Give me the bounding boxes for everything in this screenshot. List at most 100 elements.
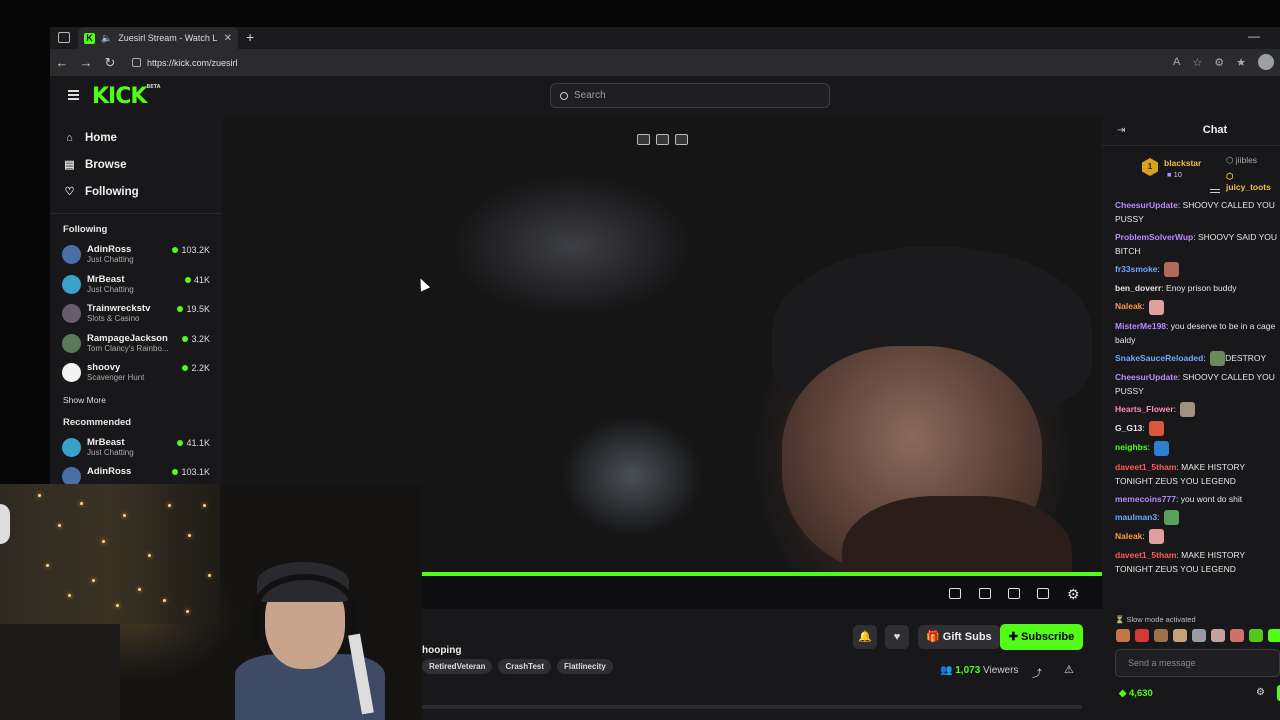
heart-icon: ♡ <box>64 186 75 198</box>
nav-home[interactable]: ⌂ Home <box>50 124 222 151</box>
channel-item[interactable]: AdinRoss 103.1K <box>50 463 222 486</box>
follow-heart-icon[interactable]: ♥ <box>885 625 909 649</box>
chat-emote-icon <box>1149 529 1165 544</box>
share-icon[interactable]: ⤴ <box>1032 665 1042 680</box>
chat-emote-icon <box>1163 509 1179 525</box>
speaker-icon[interactable]: 🔈 <box>101 33 112 44</box>
gifter-name-1[interactable]: blackstar <box>1164 158 1201 168</box>
recommended-list: MrBeast Just Chatting 41.1K AdinRoss 103.1K <box>50 434 222 486</box>
address-bar[interactable]: https://kick.com/zuesirl <box>128 53 1228 72</box>
close-tab-icon[interactable]: ✕ <box>224 33 232 44</box>
emote-icon[interactable] <box>1173 629 1187 642</box>
kick-logo[interactable]: KICKBETA <box>92 84 161 109</box>
chat-settings-icon[interactable]: ⚙ <box>1256 687 1265 698</box>
channel-item[interactable]: MrBeast Just Chatting 41K <box>50 271 222 301</box>
chat-username[interactable]: maulman3 <box>1115 512 1157 522</box>
channel-avatar <box>62 363 81 382</box>
menu-hamburger-icon[interactable] <box>68 90 79 100</box>
chat-username[interactable]: Naleak <box>1115 301 1142 311</box>
browser-tab[interactable]: K 🔈 Zuesirl Stream - Watch Live ... ✕ <box>78 27 238 49</box>
channel-item[interactable]: Trainwreckstv Slots & Casino 19.5K <box>50 300 222 330</box>
channel-category: Slots & Casino <box>87 314 140 323</box>
chat-username[interactable]: G_G13 <box>1115 423 1142 433</box>
chat-username[interactable]: memecoins777 <box>1115 494 1176 504</box>
stream-tag[interactable]: RetiredVeteran <box>422 659 493 674</box>
clip-icon[interactable] <box>636 133 650 145</box>
emote-icon[interactable] <box>1268 629 1280 642</box>
tab-actions-icon[interactable] <box>58 32 70 43</box>
channel-item[interactable]: MrBeast Just Chatting 41.1K <box>50 434 222 464</box>
chat-username[interactable]: MisterMe198 <box>1115 321 1166 331</box>
channel-item[interactable]: AdinRoss Just Chatting 103.2K <box>50 241 222 271</box>
nav-following[interactable]: ♡ Following <box>50 178 222 205</box>
emote-icon[interactable] <box>1211 629 1225 642</box>
emote-icon[interactable] <box>1135 629 1149 642</box>
channel-category: Just Chatting <box>87 284 134 294</box>
chat-emote-icon <box>1149 421 1165 437</box>
expand-gifters-icon[interactable] <box>1210 189 1220 193</box>
chat-username[interactable]: ProblemSolverWup <box>1115 232 1193 242</box>
emote-icon[interactable] <box>1230 629 1244 642</box>
webcam-lamp <box>0 504 10 544</box>
emote-icon[interactable] <box>1154 629 1168 642</box>
search-input[interactable]: Search <box>550 83 830 108</box>
live-dot-icon <box>172 469 179 475</box>
emote-icon[interactable] <box>1192 629 1206 642</box>
show-more-link[interactable]: Show More <box>50 395 222 405</box>
profile-avatar[interactable] <box>1258 54 1274 70</box>
chat-username[interactable]: Hearts_Flower <box>1115 404 1174 414</box>
chat-username[interactable]: ben_doverr <box>1115 283 1161 293</box>
chat-message-input[interactable]: Send a message <box>1115 649 1280 677</box>
emote-icon[interactable] <box>1116 629 1130 642</box>
pip-icon[interactable] <box>949 588 961 599</box>
fairy-light <box>116 604 119 607</box>
favorites-icon[interactable]: ★ <box>1236 56 1246 69</box>
favorite-star-icon[interactable]: ☆ <box>1192 56 1202 69</box>
gift-subs-button[interactable]: 🎁 Gift Subs <box>918 625 1000 649</box>
kicks-balance[interactable]: ◆ 4,630 <box>1119 688 1153 699</box>
back-arrow-icon[interactable]: ← <box>50 55 74 70</box>
refresh-icon[interactable]: ↻ <box>98 55 122 71</box>
subscribe-button[interactable]: ✚ Subscribe <box>1000 624 1083 650</box>
gifter-rank-badge: 1 <box>1142 158 1158 176</box>
player-overlay-buttons <box>632 131 692 147</box>
fairy-light <box>138 588 141 591</box>
viewer-count: 👥 1,073 Viewers <box>940 665 1019 676</box>
channel-category: Scavenger Hunt <box>87 373 145 382</box>
settings-gear-icon[interactable]: ⚙ <box>1067 586 1080 603</box>
nav-browse[interactable]: ▤ Browse <box>50 151 222 178</box>
chat-username[interactable]: daveet1_5tham <box>1115 462 1176 472</box>
minimize-window-icon[interactable]: — <box>1248 29 1260 43</box>
fullscreen-icon[interactable] <box>1037 588 1049 599</box>
fairy-light <box>168 504 171 507</box>
gifter-name-3[interactable]: ⬡ juicy_toots <box>1226 171 1280 192</box>
forward-arrow-icon[interactable]: → <box>74 55 98 70</box>
chat-username[interactable]: neighbs <box>1115 442 1148 452</box>
channel-item[interactable]: shoovy Scavenger Hunt 2.2K <box>50 359 222 389</box>
chat-username[interactable]: fr33smoke <box>1115 264 1158 274</box>
notification-bell-icon[interactable]: 🔔 <box>853 625 877 649</box>
new-tab-icon[interactable]: + <box>246 29 254 45</box>
report-icon[interactable]: ⚠ <box>1064 663 1074 676</box>
kick-favicon-icon: K <box>84 32 95 44</box>
stream-tag[interactable]: CrashTest <box>498 659 551 674</box>
theatre-icon[interactable] <box>674 133 688 145</box>
lock-icon[interactable] <box>132 58 141 67</box>
chat-message: ben_doverr: Enoy prison buddy <box>1115 281 1280 295</box>
emote-icon[interactable] <box>1249 629 1263 642</box>
clip-button-icon[interactable] <box>979 588 991 599</box>
chat-username[interactable]: daveet1_5tham <box>1115 550 1176 560</box>
screenshot-icon[interactable] <box>655 133 669 145</box>
chat-username[interactable]: Naleak <box>1115 531 1142 541</box>
chat-username[interactable]: SnakeSauceReloaded <box>1115 353 1203 363</box>
channel-category: Just Chatting <box>87 447 134 457</box>
stream-tag[interactable]: Flatlinecity <box>557 659 613 674</box>
theatre-mode-icon[interactable] <box>1008 588 1020 599</box>
read-aloud-icon[interactable]: A <box>1173 56 1180 68</box>
home-icon: ⌂ <box>66 131 73 144</box>
channel-item[interactable]: RampageJackson Tom Clancy's Rainbo... 3.2K <box>50 330 222 360</box>
extensions-icon[interactable]: ⚙ <box>1214 56 1224 69</box>
gifter-name-2[interactable]: ⬡ jiibles <box>1226 155 1257 166</box>
chat-username[interactable]: CheesurUpdate <box>1115 200 1178 210</box>
chat-username[interactable]: CheesurUpdate <box>1115 372 1178 382</box>
